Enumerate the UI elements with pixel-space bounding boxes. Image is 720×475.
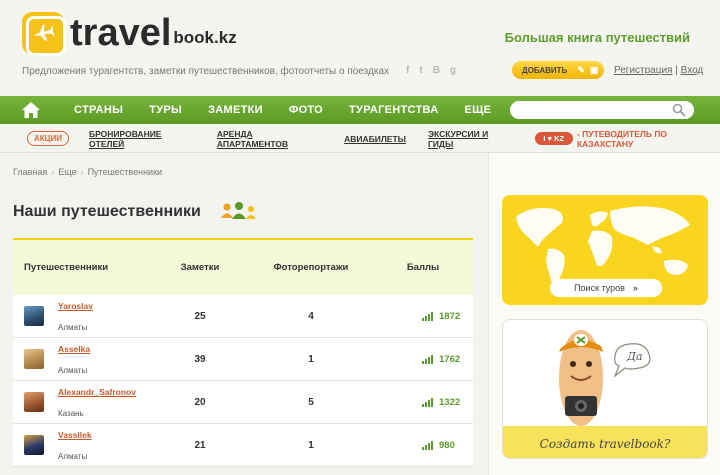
auth-links: Регистрация | Вход <box>614 65 703 76</box>
nav-item-agencies[interactable]: ТУРАГЕНТСТВА <box>349 104 438 116</box>
table-row: Yaroslav Алматы 25 4 1872 <box>13 295 473 338</box>
search-icon[interactable] <box>672 103 686 117</box>
login-link[interactable]: Вход <box>681 65 704 76</box>
nav-item-countries[interactable]: СТРАНЫ <box>74 104 123 116</box>
header-notes[interactable]: Заметки <box>176 262 224 273</box>
points-cell: 1872 <box>398 311 468 322</box>
points-value: 1762 <box>439 353 461 365</box>
nav-item-photo[interactable]: ФОТО <box>289 104 323 116</box>
table-header: Путешественники Заметки Фоторепортажи Ба… <box>13 238 473 295</box>
traveler-city: Алматы <box>58 451 88 461</box>
kz-guide-link[interactable]: - ПУТЕВОДИТЕЛЬ ПО КАЗАХСТАНУ <box>577 129 720 149</box>
traveler-name-link[interactable]: Alexandr_Safronov <box>58 387 176 397</box>
site-logo[interactable]: travel book.kz <box>22 12 237 56</box>
nav-item-more[interactable]: ЕЩЕ <box>464 104 491 116</box>
sidebar: Поиск туров » Да Создать travelbook? <box>488 153 720 475</box>
pencil-icon: ✎ <box>577 64 585 75</box>
points-value: 1872 <box>439 310 461 322</box>
promo-button[interactable]: АКЦИИ <box>27 131 70 146</box>
rating-bars-icon <box>422 397 433 407</box>
avatar[interactable] <box>24 392 44 412</box>
kz-badge[interactable]: I ♥ KZ <box>534 132 573 145</box>
avatar[interactable] <box>24 306 44 326</box>
site-subtitle: Предложения турагентств, заметки путешес… <box>22 66 390 77</box>
traveler-name-link[interactable]: Yaroslav <box>58 301 176 311</box>
vkontakte-icon[interactable]: B <box>433 65 440 76</box>
subnav-item-excursions[interactable]: ЭКСКУРСИИ И ГИДЫ <box>428 129 513 149</box>
search-input[interactable] <box>510 101 694 119</box>
traveler-city: Алматы <box>58 322 88 332</box>
main-nav: СТРАНЫ ТУРЫ ЗАМЕТКИ ФОТО ТУРАГЕНТСТВА ЕЩ… <box>0 96 720 124</box>
page-title: Наши путешественники <box>13 203 201 220</box>
site-tagline: Большая книга путешествий <box>504 30 690 45</box>
notes-count: 25 <box>194 310 206 322</box>
site-header: travel book.kz Большая книга путешествий… <box>0 0 720 96</box>
register-link[interactable]: Регистрация <box>614 65 672 76</box>
logo-text-bookkz: book.kz <box>173 28 237 47</box>
add-button[interactable]: ДОБАВИТЬ ✎ ▣ <box>512 61 604 79</box>
photo-count: 4 <box>308 310 314 322</box>
photo-count: 1 <box>308 439 314 451</box>
breadcrumb-more[interactable]: Еще <box>58 167 76 177</box>
notes-count: 20 <box>194 396 206 408</box>
auth-divider: | <box>675 65 678 76</box>
nav-item-notes[interactable]: ЗАМЕТКИ <box>208 104 263 116</box>
subnav-item-flights[interactable]: АВИАБИЛЕТЫ <box>344 134 406 144</box>
notes-count: 39 <box>194 353 206 365</box>
logo-text-travel: travel <box>70 12 172 54</box>
tour-search-button[interactable]: Поиск туров » <box>550 279 662 297</box>
points-cell: 1762 <box>398 354 468 365</box>
speech-bubble-text: Да <box>626 350 643 363</box>
avatar[interactable] <box>24 435 44 455</box>
create-travelbook-link[interactable]: Создать travelbook? <box>503 437 707 451</box>
avatar[interactable] <box>24 349 44 369</box>
breadcrumb: Главная › Еще › Путешественники <box>13 167 162 177</box>
sub-nav: АКЦИИ БРОНИРОВАНИЕ ОТЕЛЕЙ АРЕНДА АПАРТАМ… <box>0 125 720 153</box>
home-icon[interactable] <box>14 96 48 124</box>
facebook-icon[interactable]: f <box>406 65 409 76</box>
double-chevron-right-icon: » <box>632 283 638 293</box>
breadcrumb-current: Путешественники <box>87 167 163 177</box>
traveler-name-link[interactable]: Vassilek <box>58 430 176 440</box>
table-row: Asselka Алматы 39 1 1762 <box>13 338 473 381</box>
twitter-icon[interactable]: t <box>419 65 422 76</box>
plane-logo-icon <box>22 12 66 56</box>
table-row: Vassilek Алматы 21 1 980 <box>13 424 473 467</box>
rating-bars-icon <box>422 311 433 321</box>
nav-item-tours[interactable]: ТУРЫ <box>149 104 182 116</box>
subnav-item-apartments[interactable]: АРЕНДА АПАРТАМЕНТОВ <box>217 129 322 149</box>
traveler-name-link[interactable]: Asselka <box>58 344 176 354</box>
table-row: Alexandr_Safronov Казань 20 5 1322 <box>13 381 473 424</box>
subnav-item-hotels[interactable]: БРОНИРОВАНИЕ ОТЕЛЕЙ <box>89 129 195 149</box>
google-plus-icon[interactable]: g <box>450 65 456 76</box>
travelers-table: Путешественники Заметки Фоторепортажи Ба… <box>13 238 473 467</box>
points-value: 980 <box>439 439 455 451</box>
traveler-city: Алматы <box>58 365 88 375</box>
header-travelers[interactable]: Путешественники <box>13 262 176 273</box>
photo-icon: ▣ <box>589 64 599 75</box>
rating-bars-icon <box>422 354 433 364</box>
rating-bars-icon <box>422 440 433 450</box>
header-photo-reports[interactable]: Фоторепортажи <box>224 262 398 273</box>
notes-count: 21 <box>194 439 206 451</box>
breadcrumb-separator-icon: › <box>80 167 84 177</box>
tour-search-label: Поиск туров <box>574 283 625 293</box>
tour-search-banner[interactable]: Поиск туров » <box>502 195 708 305</box>
traveler-city: Казань <box>58 408 84 418</box>
social-links: f t B g <box>406 65 456 76</box>
travelers-icon <box>221 202 256 219</box>
header-points[interactable]: Баллы <box>398 262 448 273</box>
photo-count: 1 <box>308 353 314 365</box>
points-cell: 980 <box>398 440 468 451</box>
finger-mascot-illustration: Да <box>559 330 651 426</box>
points-value: 1322 <box>439 396 461 408</box>
breadcrumb-home[interactable]: Главная <box>13 167 47 177</box>
create-travelbook-banner[interactable]: Да Создать travelbook? <box>502 319 708 459</box>
points-cell: 1322 <box>398 397 468 408</box>
add-button-label: ДОБАВИТЬ <box>522 65 568 75</box>
breadcrumb-separator-icon: › <box>51 167 55 177</box>
photo-count: 5 <box>308 396 314 408</box>
